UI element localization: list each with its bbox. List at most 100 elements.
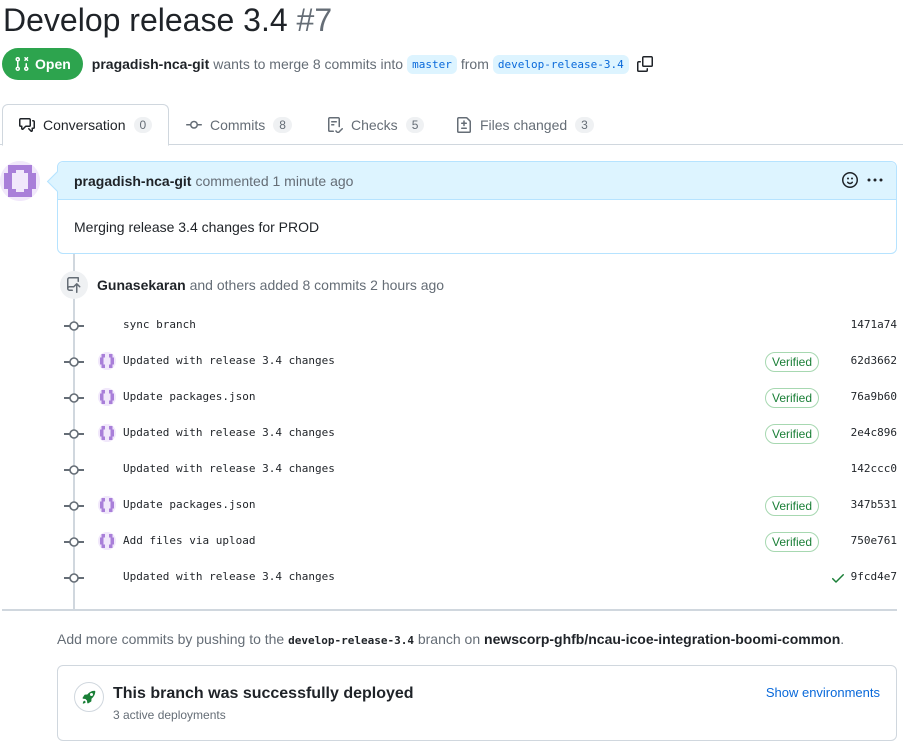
verified-badge[interactable]: Verified bbox=[765, 424, 820, 444]
checklist-icon bbox=[328, 116, 343, 133]
kebab-horizontal-icon[interactable] bbox=[866, 172, 884, 188]
comment-timestamp[interactable]: commented 1 minute ago bbox=[195, 173, 353, 189]
pr-author-link[interactable]: pragadish-nca-git bbox=[92, 56, 209, 72]
tab-conversation[interactable]: Conversation 0 bbox=[2, 104, 170, 146]
commit-author-avatar[interactable] bbox=[98, 352, 116, 370]
show-environments-link[interactable]: Show environments bbox=[766, 685, 880, 700]
tab-commits[interactable]: Commits 8 bbox=[170, 104, 308, 145]
timeline-divider bbox=[2, 609, 897, 611]
commit-message-link[interactable]: Update packages.json bbox=[123, 390, 255, 403]
push-note-prefix: Add more commits by pushing to the bbox=[57, 631, 285, 647]
git-commit-icon bbox=[64, 429, 84, 439]
tab-checks[interactable]: Checks 5 bbox=[311, 104, 440, 145]
comment-body: Merging release 3.4 changes for PROD bbox=[74, 219, 320, 235]
commit-sha-link[interactable]: 9fcd4e7 bbox=[851, 570, 897, 583]
commit-message-link[interactable]: Updated with release 3.4 changes bbox=[123, 426, 335, 439]
identicon-avatar bbox=[98, 352, 116, 370]
commit-message-link[interactable]: Updated with release 3.4 changes bbox=[123, 462, 335, 475]
tab-checks-label: Checks bbox=[351, 116, 398, 133]
commit-message-link[interactable]: sync branch bbox=[123, 318, 196, 331]
commits-summary: Gunasekaran and others added 8 commits 2… bbox=[97, 277, 444, 293]
identicon-avatar bbox=[0, 161, 40, 201]
commit-sha-link[interactable]: 142ccc0 bbox=[851, 462, 897, 475]
commits-author-link[interactable]: Gunasekaran bbox=[97, 277, 186, 293]
commit-sha-link[interactable]: 750e761 bbox=[851, 534, 897, 547]
commit-row[interactable]: Update packages.json Verified 347b531 bbox=[64, 494, 903, 518]
commit-sha-link[interactable]: 2e4c896 bbox=[851, 426, 897, 439]
commit-row[interactable]: Updated with release 3.4 changes Verified… bbox=[64, 350, 903, 374]
pr-tabs: Conversation 0 Commits 8 Checks 5 Files … bbox=[0, 104, 903, 146]
commit-sha-link[interactable]: 62d3662 bbox=[851, 354, 897, 367]
verified-badge[interactable]: Verified bbox=[765, 388, 820, 408]
commit-message-link[interactable]: Update packages.json bbox=[123, 498, 255, 511]
commit-row[interactable]: Add files via upload Verified 750e761 bbox=[64, 530, 903, 554]
tab-files-changed[interactable]: Files changed 3 bbox=[440, 104, 610, 145]
repo-push-icon bbox=[67, 277, 81, 293]
timeline-badge bbox=[60, 271, 88, 299]
commit-sha-link[interactable]: 76a9b60 bbox=[851, 390, 897, 403]
pr-meta-row: Open pragadish-nca-git wants to merge 8 … bbox=[2, 47, 653, 81]
tab-commits-count: 8 bbox=[273, 116, 292, 133]
push-note-branch: develop-release-3.4 bbox=[288, 634, 414, 647]
verified-badge[interactable]: Verified bbox=[765, 496, 820, 516]
push-note-middle: branch on bbox=[417, 631, 481, 647]
commit-row[interactable]: Updated with release 3.4 changes Verified… bbox=[64, 422, 903, 446]
tab-conversation-count: 0 bbox=[133, 117, 153, 133]
verified-badge[interactable]: Verified bbox=[765, 532, 820, 552]
state-badge: Open bbox=[2, 48, 83, 80]
git-commit-icon bbox=[64, 393, 84, 403]
commit-row[interactable]: Updated with release 3.4 changes 9fcd4e7 bbox=[64, 566, 903, 590]
merge-summary: pragadish-nca-git wants to merge 8 commi… bbox=[92, 54, 653, 74]
identicon-avatar bbox=[98, 388, 116, 406]
push-note-suffix: . bbox=[840, 631, 845, 647]
commit-message-link[interactable]: Updated with release 3.4 changes bbox=[123, 354, 335, 367]
commit-author-avatar[interactable] bbox=[98, 496, 116, 514]
rocket-icon bbox=[82, 690, 96, 704]
comment-header: pragadish-nca-git commented 1 minute ago bbox=[58, 162, 896, 200]
tab-commits-label: Commits bbox=[210, 116, 266, 133]
commit-row[interactable]: sync branch 1471a74 bbox=[64, 314, 903, 338]
copy-icon[interactable] bbox=[636, 56, 653, 72]
commit-row[interactable]: Update packages.json Verified 76a9b60 bbox=[64, 386, 903, 410]
pr-title-text: Develop release 3.4 bbox=[3, 2, 288, 38]
git-commit-icon bbox=[64, 465, 84, 475]
git-commit-icon bbox=[64, 321, 84, 331]
tab-files-changed-count: 3 bbox=[575, 116, 594, 133]
smiley-icon[interactable] bbox=[842, 172, 858, 188]
deploy-icon-circle bbox=[74, 682, 104, 712]
commit-sha-link[interactable]: 1471a74 bbox=[851, 318, 897, 331]
commit-message-link[interactable]: Add files via upload bbox=[123, 534, 255, 547]
commit-author-avatar[interactable] bbox=[98, 388, 116, 406]
commits-summary-text[interactable]: and others added 8 commits 2 hours ago bbox=[190, 277, 445, 293]
check-icon[interactable] bbox=[830, 570, 846, 586]
comment-author-link[interactable]: pragadish-nca-git bbox=[74, 173, 191, 189]
tab-files-changed-label: Files changed bbox=[480, 116, 568, 133]
pr-description-comment: pragadish-nca-git commented 1 minute ago… bbox=[57, 161, 897, 254]
identicon-avatar bbox=[98, 532, 116, 550]
tab-conversation-label: Conversation bbox=[43, 117, 126, 133]
identicon-avatar bbox=[98, 424, 116, 442]
state-label: Open bbox=[35, 56, 71, 72]
verified-badge[interactable]: Verified bbox=[765, 352, 820, 372]
comment-author-avatar[interactable] bbox=[0, 161, 40, 201]
commit-message-link[interactable]: Updated with release 3.4 changes bbox=[123, 570, 335, 583]
pr-title: Develop release 3.4 #7 bbox=[3, 2, 332, 39]
pr-number: #7 bbox=[296, 2, 333, 38]
comment-actions bbox=[842, 172, 884, 188]
commit-author-avatar[interactable] bbox=[98, 532, 116, 550]
head-branch-label[interactable]: develop-release-3.4 bbox=[492, 54, 629, 74]
tab-checks-count: 5 bbox=[405, 116, 425, 133]
push-note-repo-link[interactable]: newscorp-ghfb/ncau-icoe-integration-boom… bbox=[484, 631, 840, 647]
commit-sha-link[interactable]: 347b531 bbox=[851, 498, 897, 511]
commit-author-avatar[interactable] bbox=[98, 424, 116, 442]
deploy-title: This branch was successfully deployed bbox=[113, 685, 414, 702]
base-branch-label[interactable]: master bbox=[407, 54, 457, 74]
git-commit-icon bbox=[64, 573, 84, 583]
git-commit-icon bbox=[64, 501, 84, 511]
git-commit-icon bbox=[186, 120, 202, 129]
identicon-avatar bbox=[98, 496, 116, 514]
file-diff-icon bbox=[457, 116, 471, 133]
commit-row[interactable]: Updated with release 3.4 changes 142ccc0 bbox=[64, 458, 903, 482]
comment-discussion-icon bbox=[19, 118, 35, 132]
git-commit-icon bbox=[64, 537, 84, 547]
